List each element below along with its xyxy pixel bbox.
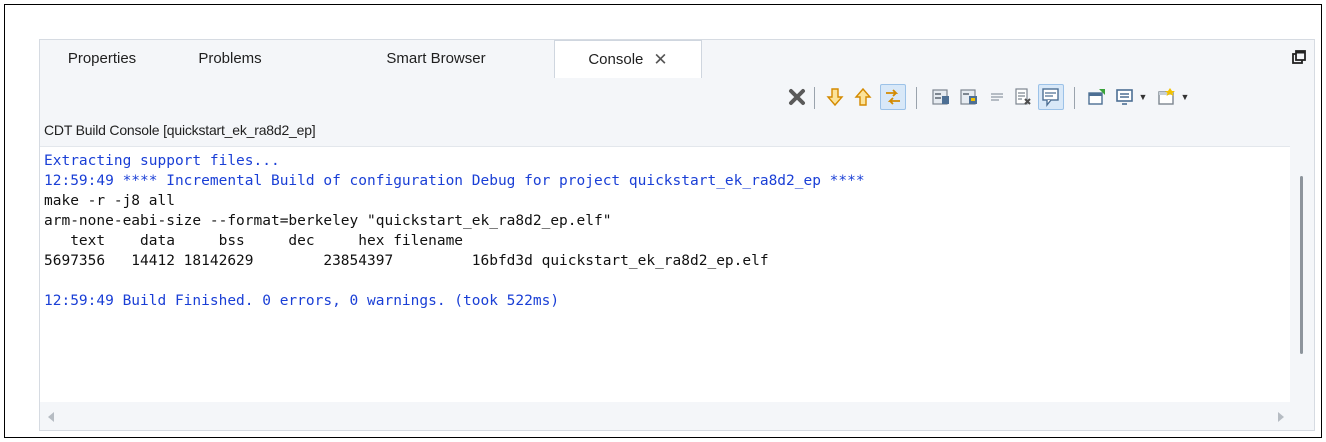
console-display-icon[interactable] <box>1114 86 1136 108</box>
close-icon[interactable]: ✕ <box>653 41 667 79</box>
vertical-scrollbar[interactable] <box>1290 146 1314 402</box>
console-line: 5697356 14412 18142629 23854397 16bfd3d … <box>44 253 769 269</box>
show-console-on-error-icon[interactable] <box>1012 86 1034 108</box>
view-tab-bar: Properties Problems Smart Browser Consol… <box>40 40 1314 79</box>
scroll-left-icon[interactable] <box>48 412 54 422</box>
tab-label: Smart Browser <box>386 50 486 67</box>
console-line: 12:59:49 **** Incremental Build of confi… <box>44 173 865 189</box>
tab-smart-browser[interactable]: Smart Browser <box>366 40 506 78</box>
display-selected-console-icon[interactable] <box>1038 84 1064 110</box>
maximize-icon[interactable] <box>1292 50 1306 64</box>
chevron-down-icon[interactable]: ▼ <box>1180 91 1190 103</box>
scroll-lock-icon[interactable] <box>880 84 906 110</box>
console-toolbar: ▼ ▼ <box>40 78 1314 118</box>
tab-problems[interactable]: Problems <box>180 40 280 78</box>
scroll-right-icon[interactable] <box>1278 412 1284 422</box>
word-wrap-icon[interactable] <box>958 86 980 108</box>
tab-console[interactable]: Console ✕ <box>554 40 702 79</box>
tab-label: Problems <box>198 50 262 67</box>
toolbar-separator <box>916 87 917 109</box>
show-console-on-output-icon[interactable] <box>986 86 1008 108</box>
horizontal-scrollbar[interactable] <box>40 402 1314 430</box>
clear-console-icon[interactable] <box>786 86 808 108</box>
pin-console-icon[interactable] <box>930 86 952 108</box>
console-title: CDT Build Console [quickstart_ek_ra8d2_e… <box>44 122 316 138</box>
console-line: arm-none-eabi-size --format=berkeley "qu… <box>44 213 612 229</box>
scroll-up-icon[interactable] <box>852 86 874 108</box>
new-console-view-icon[interactable] <box>1086 86 1108 108</box>
chevron-down-icon[interactable]: ▼ <box>1138 91 1148 103</box>
console-view: Properties Problems Smart Browser Consol… <box>39 39 1315 431</box>
open-console-icon[interactable] <box>1156 86 1178 108</box>
scrollbar-thumb[interactable] <box>1300 176 1303 354</box>
console-line: Extracting support files... <box>44 153 280 169</box>
tab-properties[interactable]: Properties <box>54 40 150 78</box>
console-output[interactable]: Extracting support files... 12:59:49 ***… <box>40 146 1290 402</box>
console-line: 12:59:49 Build Finished. 0 errors, 0 war… <box>44 293 560 309</box>
tab-label: Properties <box>67 50 137 67</box>
scroll-down-icon[interactable] <box>824 86 846 108</box>
console-line: make -r -j8 all <box>44 193 175 209</box>
console-line: text data bss dec hex filename <box>44 233 464 249</box>
toolbar-separator <box>814 87 815 109</box>
tab-label: Console <box>588 51 644 68</box>
screenshot-frame: Properties Problems Smart Browser Consol… <box>4 4 1322 438</box>
toolbar-separator <box>1074 87 1075 109</box>
